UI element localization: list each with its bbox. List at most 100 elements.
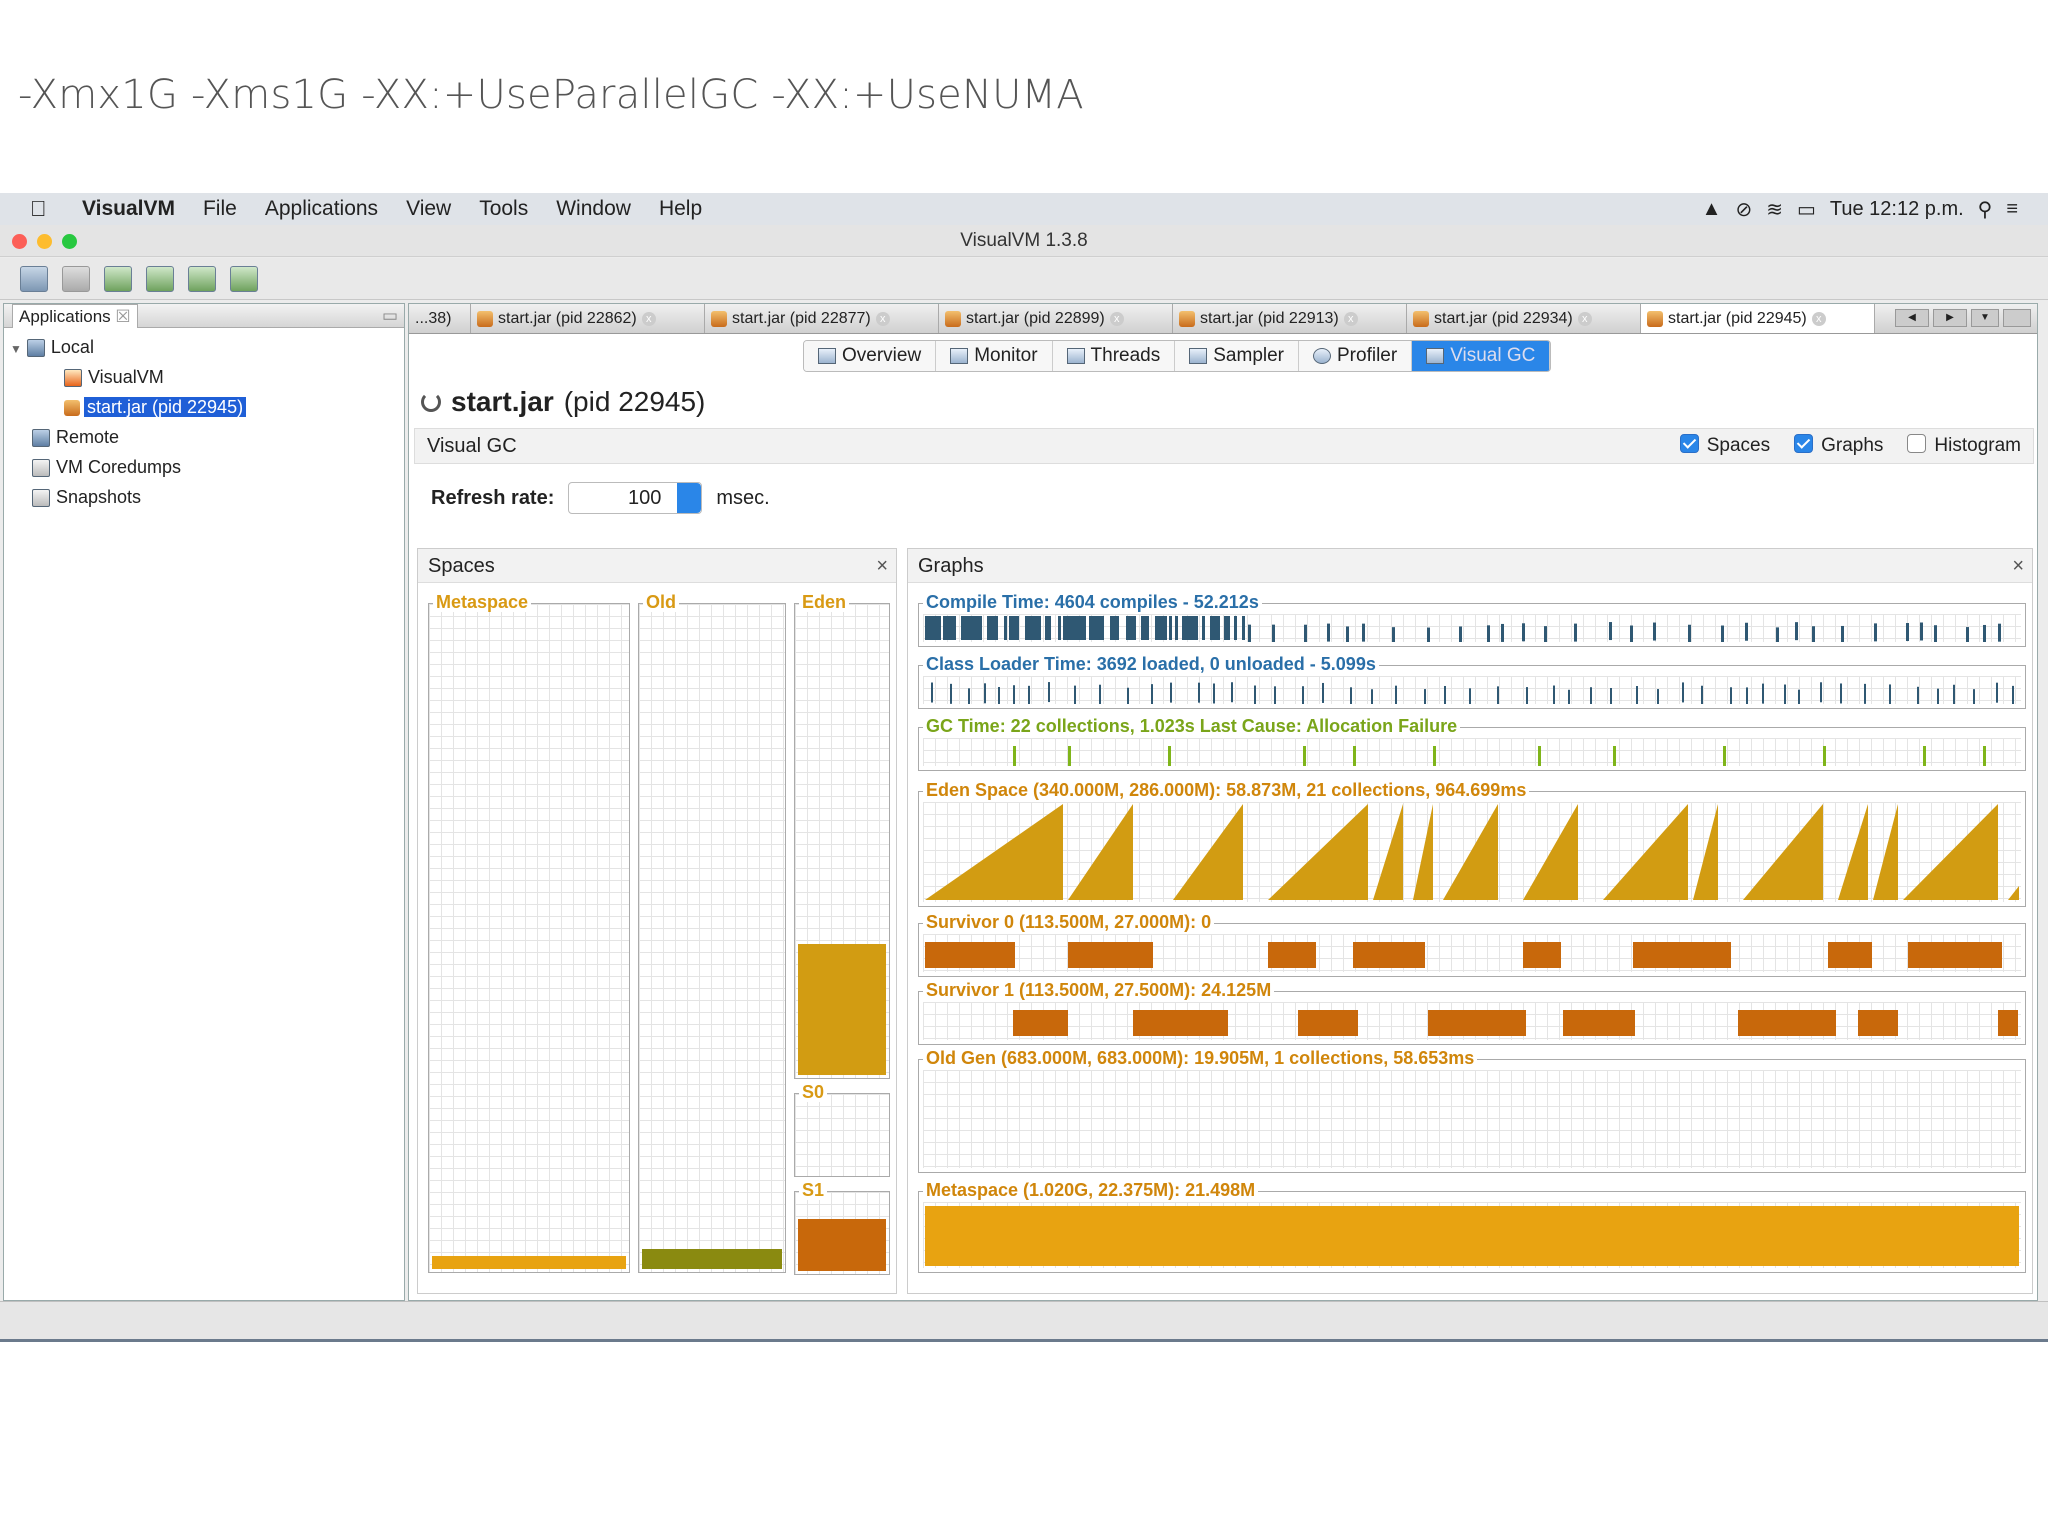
classloader-spike — [998, 686, 1000, 704]
tree-selected-app[interactable]: start.jar (pid 22945) — [4, 392, 404, 422]
wifi-icon[interactable]: ≋ — [1766, 197, 1783, 222]
classloader-spike — [1302, 686, 1304, 704]
monitor-icon — [950, 348, 969, 364]
tree-visualvm-label: VisualVM — [88, 367, 164, 387]
thread-dump-icon[interactable] — [188, 265, 216, 292]
close-window-button[interactable] — [12, 234, 27, 249]
classloader-spike — [931, 682, 933, 703]
dnd-icon[interactable]: ⊘ — [1735, 197, 1752, 222]
tree-remote[interactable]: Remote — [4, 422, 404, 452]
minimize-window-button[interactable] — [37, 234, 52, 249]
battery-icon[interactable]: ▭ — [1797, 197, 1816, 222]
menu-view[interactable]: View — [406, 197, 451, 221]
menu-help[interactable]: Help — [659, 197, 702, 221]
histogram-checkbox[interactable]: Histogram — [1907, 429, 2021, 463]
doc-tab-active[interactable]: start.jar (pid 22945) x — [1641, 304, 1875, 333]
main-panel: ...38) start.jar (pid 22862) x start.jar … — [408, 303, 2038, 1301]
heap-dump-icon[interactable] — [146, 265, 174, 292]
menu-applications[interactable]: Applications — [265, 197, 378, 221]
tree-local[interactable]: ▼ Local — [4, 332, 404, 362]
classloader-spike — [1973, 689, 1975, 704]
subtab-profiler[interactable]: Profiler — [1299, 341, 1413, 371]
classloader-spike — [1151, 684, 1153, 704]
doc-tab[interactable]: start.jar (pid 22934) x — [1407, 304, 1641, 333]
old-fill — [642, 1249, 782, 1269]
doc-tab-label: start.jar (pid 22899) — [966, 309, 1105, 327]
subtab-threads[interactable]: Threads — [1052, 341, 1176, 371]
eden-graph-label: Eden Space (340.000M, 286.000M): 58.873M… — [923, 780, 1530, 800]
survivor0-graph: Survivor 0 (113.500M, 27.000M): 0 — [918, 912, 2026, 977]
menubar-clock[interactable]: Tue 12:12 p.m. — [1830, 198, 1964, 221]
remote-icon — [32, 429, 50, 448]
search-icon[interactable]: ⚲ — [1978, 197, 1993, 222]
classloader-spike — [1424, 689, 1426, 704]
compile-spike — [1346, 626, 1349, 642]
old-gen-graph: Old Gen (683.000M, 683.000M): 19.905M, 1… — [918, 1048, 2026, 1173]
snapshot-icon[interactable] — [230, 265, 258, 292]
save-disabled-icon[interactable] — [62, 265, 90, 292]
menu-app-name[interactable]: VisualVM — [82, 197, 175, 221]
doc-tab[interactable]: start.jar (pid 22913) x — [1173, 304, 1407, 333]
close-tab-icon[interactable]: x — [1811, 311, 1826, 326]
compile-spike — [1175, 616, 1178, 640]
menu-tools[interactable]: Tools — [479, 197, 528, 221]
doc-tab[interactable]: ...38) — [409, 304, 471, 333]
close-icon[interactable]: × — [876, 549, 888, 583]
metaspace-space-label: Metaspace — [433, 592, 532, 612]
survivor0-plot — [923, 934, 2021, 972]
menu-window[interactable]: Window — [556, 197, 631, 221]
maximize-icon[interactable] — [2003, 309, 2031, 327]
metaspace-graph: Metaspace (1.020G, 22.375M): 21.498M — [918, 1180, 2026, 1273]
gc-time-plot — [923, 738, 2021, 766]
doc-tab[interactable]: start.jar (pid 22862) x — [471, 304, 705, 333]
doc-tab[interactable]: start.jar (pid 22899) x — [939, 304, 1173, 333]
close-tab-icon[interactable]: x — [875, 311, 890, 326]
close-tab-icon[interactable]: x — [641, 311, 656, 326]
tab-list-icon[interactable]: ▼ — [1971, 309, 1999, 327]
classloader-spike — [1395, 685, 1397, 704]
compile-spike — [1745, 622, 1748, 641]
refresh-rate-stepper[interactable]: 100 — [568, 482, 703, 514]
classloader-spike — [1231, 682, 1233, 703]
close-tab-icon[interactable]: x — [1343, 311, 1358, 326]
scroll-right-icon[interactable]: ▶ — [1933, 309, 1967, 327]
s1-space-label: S1 — [799, 1180, 828, 1200]
subtab-sampler[interactable]: Sampler — [1175, 341, 1299, 371]
tree-snapshots[interactable]: Snapshots — [4, 482, 404, 512]
subtab-monitor[interactable]: Monitor — [936, 341, 1053, 371]
graphs-checkbox[interactable]: Graphs — [1794, 429, 1883, 463]
notification-list-icon[interactable]: ≡ — [2006, 198, 2018, 221]
doc-tab[interactable]: start.jar (pid 22877) x — [705, 304, 939, 333]
compile-spike — [1126, 616, 1136, 640]
scroll-left-icon[interactable]: ◀ — [1895, 309, 1929, 327]
app-name: start.jar — [451, 386, 554, 417]
expand-arrow-icon[interactable]: ▼ — [10, 342, 22, 356]
add-jmx-icon[interactable] — [104, 265, 132, 292]
close-tab-icon[interactable]: ☒ — [115, 307, 130, 326]
s1-fill — [798, 1219, 886, 1271]
applications-tab[interactable]: Applications ☒ — [12, 304, 138, 328]
classloader-spike — [1371, 689, 1373, 704]
stepper-arrows-icon[interactable] — [677, 483, 702, 513]
menu-file[interactable]: File — [203, 197, 237, 221]
subtab-overview[interactable]: Overview — [804, 341, 937, 371]
close-icon[interactable]: × — [2012, 549, 2024, 583]
classloader-spike — [1568, 689, 1570, 704]
compile-spike — [1141, 616, 1149, 640]
close-tab-icon[interactable]: x — [1109, 311, 1124, 326]
survivor0-block — [1828, 942, 1872, 968]
subtab-visual-gc[interactable]: Visual GC — [1412, 341, 1551, 371]
tree-visualvm[interactable]: VisualVM — [4, 362, 404, 392]
drive-icon[interactable]: ▲ — [1702, 198, 1722, 221]
gc-spike — [1538, 746, 1541, 766]
spaces-checkbox[interactable]: Spaces — [1679, 429, 1770, 463]
minimize-panel-icon[interactable]: ▭ — [382, 304, 398, 328]
apple-icon[interactable]:  — [30, 196, 54, 222]
applications-tab-label: Applications — [19, 307, 111, 326]
compile-spike — [1795, 622, 1798, 641]
classloader-spike — [1013, 685, 1015, 704]
load-snapshot-icon[interactable] — [20, 265, 48, 292]
close-tab-icon[interactable]: x — [1577, 311, 1592, 326]
tree-coredumps[interactable]: VM Coredumps — [4, 452, 404, 482]
zoom-window-button[interactable] — [62, 234, 77, 249]
